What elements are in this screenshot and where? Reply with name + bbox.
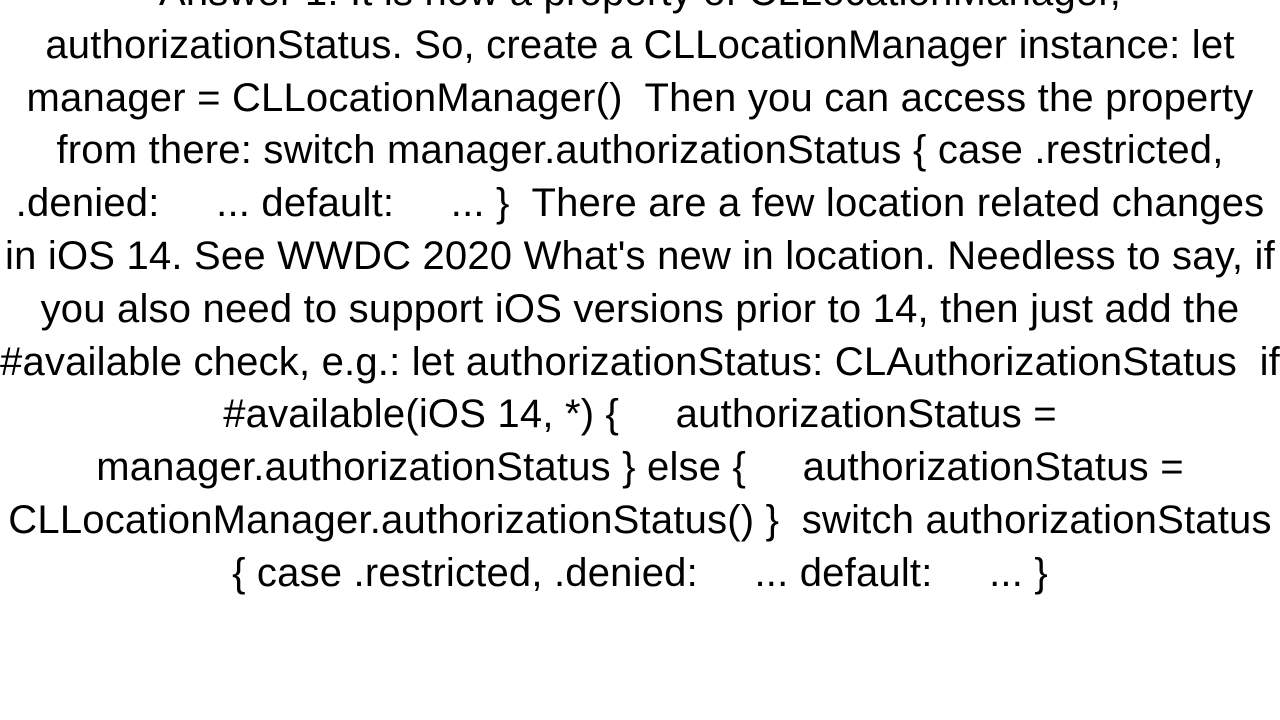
document-page: Answer 1: It is now a property of CLLoca… — [0, 0, 1280, 720]
answer-body-text: Answer 1: It is now a property of CLLoca… — [0, 0, 1280, 600]
